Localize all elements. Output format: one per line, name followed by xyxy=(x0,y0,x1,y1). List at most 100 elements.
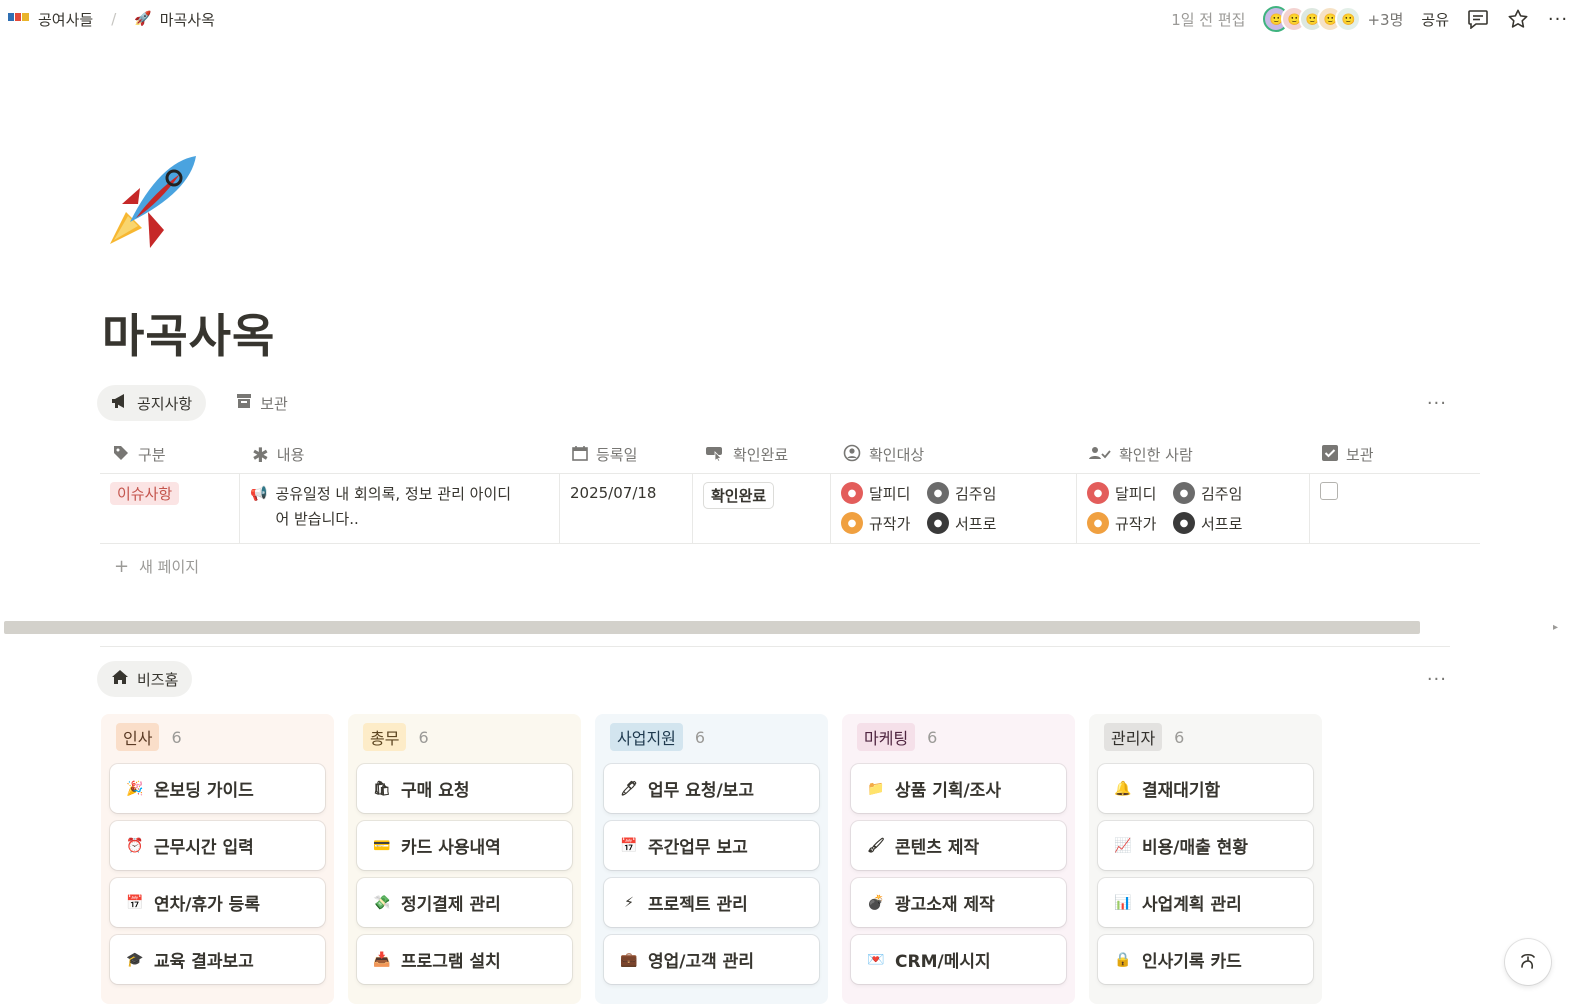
new-page-button[interactable]: + 새 페이지 xyxy=(100,544,1480,588)
asterisk-icon: ✱ xyxy=(252,442,269,467)
board-card[interactable]: 📥 프로그램 설치 xyxy=(357,935,572,984)
calendar-icon: 📅 xyxy=(126,894,144,911)
board-card[interactable]: 🖊 업무 요청/보고 xyxy=(604,764,819,813)
board-card[interactable]: 🔔 결재대기함 xyxy=(1098,764,1313,813)
column-count: 6 xyxy=(418,727,429,747)
board-card[interactable]: ⚡ 프로젝트 관리 xyxy=(604,878,819,927)
column-header[interactable]: 마케팅 6 xyxy=(851,722,1066,752)
board-card[interactable]: ⏰ 근무시간 입력 xyxy=(110,821,325,870)
board-card[interactable]: 💌 CRM/메시지 xyxy=(851,935,1066,984)
card-title: 교육 결과보고 xyxy=(154,952,254,972)
avatar: ● xyxy=(1087,512,1109,534)
more-people-count[interactable]: +3명 xyxy=(1367,9,1403,30)
cell-confirmed-by[interactable]: ● 달피디 ● 김주임 ● 규작가 ● 서프로 xyxy=(1077,474,1310,543)
board-card[interactable]: 🎓 교육 결과보고 xyxy=(110,935,325,984)
card-title: CRM/메시지 xyxy=(895,952,991,972)
board-card[interactable]: 📅 주간업무 보고 xyxy=(604,821,819,870)
table-row[interactable]: 이슈사항 📢 공유일정 내 회의록, 정보 관리 아이디 어 받습니다.. 20… xyxy=(100,474,1480,544)
party-icon: 🎉 xyxy=(126,780,144,797)
tab-label: 비즈홈 xyxy=(137,670,179,689)
card-title: 구매 요청 xyxy=(401,781,470,801)
calendar-icon: 📅 xyxy=(620,837,638,854)
notice-table: 구분 ✱ 내용 등록일 확인완료 확인대상 확인한 사람 보관 이슈사항 📢 공… xyxy=(100,436,1480,588)
last-edited[interactable]: 1일 전 편집 xyxy=(1171,9,1245,30)
board-card[interactable]: 📈 비용/매출 현황 xyxy=(1098,821,1313,870)
content-line: 어 받습니다.. xyxy=(275,510,359,528)
tab-bizhome[interactable]: 비즈홈 xyxy=(97,661,193,697)
tab-notice[interactable]: 공지사항 xyxy=(97,385,207,421)
horizontal-scrollbar[interactable] xyxy=(4,621,1420,634)
rocket-icon[interactable] xyxy=(100,152,200,252)
column-header[interactable]: 확인대상 xyxy=(831,436,1077,473)
avatar: 🙂 xyxy=(1335,6,1362,32)
card-title: 상품 기획/조사 xyxy=(895,781,1001,801)
avatar: ● xyxy=(1173,512,1195,534)
board-card[interactable]: 🔒 인사기록 카드 xyxy=(1098,935,1313,984)
column-header[interactable]: 구분 xyxy=(100,436,240,473)
share-button[interactable]: 공유 xyxy=(1421,9,1449,30)
board-card[interactable]: 📊 사업계획 관리 xyxy=(1098,878,1313,927)
board-card[interactable]: 💣 광고소재 제작 xyxy=(851,878,1066,927)
more-icon[interactable]: ··· xyxy=(1547,8,1569,30)
breadcrumb-page[interactable]: 마곡사옥 xyxy=(160,9,215,30)
topbar-actions: 1일 전 편집 🙂 🙂 🙂 🙂 🙂 +3명 공유 ··· xyxy=(1171,0,1569,38)
comment-icon[interactable] xyxy=(1467,8,1489,30)
page-title[interactable]: 마곡사옥 xyxy=(102,300,275,366)
help-icon[interactable] xyxy=(1505,939,1551,985)
scroll-right-icon[interactable]: ▸ xyxy=(1553,622,1558,633)
card-title: 카드 사용내역 xyxy=(401,838,501,858)
cell-confirm[interactable]: 확인완료 xyxy=(693,474,831,543)
board-card[interactable]: 🎉 온보딩 가이드 xyxy=(110,764,325,813)
breadcrumb-workspace[interactable]: 공여사들 xyxy=(38,9,93,30)
board-card[interactable]: 💸 정기결제 관리 xyxy=(357,878,572,927)
cell-content[interactable]: 📢 공유일정 내 회의록, 정보 관리 아이디 어 받습니다.. xyxy=(240,474,560,543)
star-icon[interactable] xyxy=(1507,8,1529,30)
avatar-stack[interactable]: 🙂 🙂 🙂 🙂 🙂 +3명 xyxy=(1263,6,1403,32)
column-header[interactable]: 보관 xyxy=(1310,436,1480,473)
column-label: 구분 xyxy=(138,446,166,464)
biz-more-button[interactable]: ··· xyxy=(1427,669,1447,690)
view-tabs: 공지사항 보관 xyxy=(97,385,302,421)
board-card[interactable]: 🖌 콘텐츠 제작 xyxy=(851,821,1066,870)
column-header[interactable]: 총무 6 xyxy=(357,722,572,752)
archive-icon xyxy=(236,393,252,413)
column-header[interactable]: 확인한 사람 xyxy=(1077,436,1310,473)
alarm-icon: ⏰ xyxy=(126,837,144,854)
board-card[interactable]: 🛍 구매 요청 xyxy=(357,764,572,813)
cell-targets[interactable]: ● 달피디 ● 김주임 ● 규작가 ● 서프로 xyxy=(831,474,1077,543)
person-chip: ● 김주임 xyxy=(927,482,1013,504)
board-column: 마케팅 6 📁 상품 기획/조사 🖌 콘텐츠 제작 💣 광고소재 제작 💌 CRM/메시지 xyxy=(842,714,1075,1004)
column-header[interactable]: 확인완료 xyxy=(693,436,831,473)
person-name: 서프로 xyxy=(955,514,997,533)
love-letter-icon: 💌 xyxy=(867,951,885,968)
archive-checkbox[interactable] xyxy=(1320,482,1338,500)
divider xyxy=(100,646,1450,647)
person-name: 규작가 xyxy=(1115,514,1157,533)
column-header[interactable]: 관리자 6 xyxy=(1098,722,1313,752)
cell-archive[interactable] xyxy=(1310,474,1480,543)
avatar: ● xyxy=(1087,482,1109,504)
board-card[interactable]: 💳 카드 사용내역 xyxy=(357,821,572,870)
confirm-button[interactable]: 확인완료 xyxy=(703,482,775,509)
cell-date[interactable]: 2025/07/18 xyxy=(560,474,693,543)
people-check-icon xyxy=(1089,445,1111,465)
rocket-icon: 🚀 xyxy=(134,11,152,27)
board-card[interactable]: 📅 연차/휴가 등록 xyxy=(110,878,325,927)
board-card[interactable]: 📁 상품 기획/조사 xyxy=(851,764,1066,813)
plus-icon: + xyxy=(114,555,130,577)
person-chip: ● 달피디 xyxy=(841,482,927,504)
board-card[interactable]: 💼 영업/고객 관리 xyxy=(604,935,819,984)
view-more-button[interactable]: ··· xyxy=(1427,393,1447,414)
avatar: ● xyxy=(841,482,863,504)
tab-archive[interactable]: 보관 xyxy=(222,385,302,421)
column-header[interactable]: 등록일 xyxy=(560,436,693,473)
cell-category[interactable]: 이슈사항 xyxy=(100,474,240,543)
card-title: 사업계획 관리 xyxy=(1142,895,1242,915)
person-chip: ● 규작가 xyxy=(1087,512,1173,534)
column-header[interactable]: 인사 6 xyxy=(110,722,325,752)
column-count: 6 xyxy=(1174,727,1185,747)
megaphone-icon xyxy=(111,393,129,413)
column-header[interactable]: 사업지원 6 xyxy=(604,722,819,752)
column-header[interactable]: ✱ 내용 xyxy=(240,436,560,473)
card-title: 업무 요청/보고 xyxy=(648,781,754,801)
